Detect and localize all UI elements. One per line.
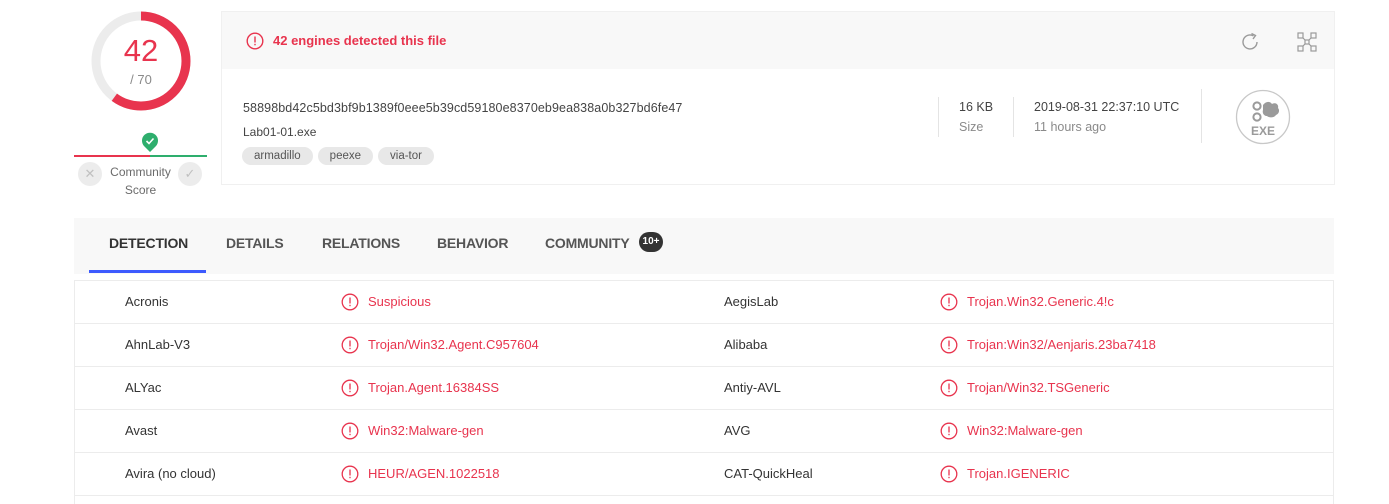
community-count-badge: 10+ <box>639 232 663 252</box>
divider <box>1013 97 1014 137</box>
table-row: ALYac Trojan.Agent.16384SS Antiy-AVL Tro… <box>75 367 1333 410</box>
community-score: ✕ Community Score ✓ <box>74 128 207 198</box>
table-row: Avira (no cloud) HEUR/AGEN.1022518 CAT-Q… <box>75 453 1333 496</box>
engine-name: AVG <box>724 423 751 438</box>
table-row: Avast Win32:Malware-gen AVG Win32:Malwar… <box>75 410 1333 453</box>
detection-result: Trojan/Win32.TSGeneric <box>967 380 1110 395</box>
alert-icon <box>341 336 359 354</box>
graph-icon[interactable] <box>1295 30 1319 54</box>
engine-name: AegisLab <box>724 294 779 309</box>
community-score-label: Community Score <box>110 165 171 197</box>
detection-result: Trojan.IGENERIC <box>967 466 1070 481</box>
community-pin-icon <box>142 132 158 152</box>
engine-name: ALYac <box>125 380 162 395</box>
analysis-date-relative: 11 hours ago <box>1034 120 1107 134</box>
table-row: AhnLab-V3 Trojan/Win32.Agent.C957604 Ali… <box>75 324 1333 367</box>
alert-icon <box>940 336 958 354</box>
tab-community[interactable]: COMMUNITY <box>545 218 630 274</box>
tab-details[interactable]: DETAILS <box>226 218 284 274</box>
alert-icon <box>341 293 359 311</box>
tag-chip[interactable]: armadillo <box>242 147 313 165</box>
file-hash[interactable]: 58898bd42c5bd3bf9b1389f0eee5b39cd59180e8… <box>243 101 682 115</box>
detection-result: Trojan.Agent.16384SS <box>368 380 500 395</box>
divider <box>938 97 939 137</box>
detected-count: 42 <box>123 33 159 68</box>
check-icon[interactable]: ✓ <box>178 162 202 186</box>
detection-result: Win32:Malware-gen <box>967 423 1083 438</box>
alert-icon <box>940 422 958 440</box>
engine-name: AhnLab-V3 <box>125 337 191 352</box>
engine-name: Acronis <box>125 294 169 309</box>
alert-icon <box>341 422 359 440</box>
engine-name: Antiy-AVL <box>724 380 781 395</box>
detection-score-gauge: 42 / 70 <box>90 10 192 112</box>
detection-table: Acronis Suspicious AegisLab Trojan.Win32… <box>74 280 1334 504</box>
alert-icon <box>940 293 958 311</box>
engine-name: Avast <box>125 423 158 438</box>
exe-file-type-icon: EXE <box>1235 89 1291 145</box>
detection-result: Suspicious <box>368 294 431 309</box>
alert-icon <box>940 379 958 397</box>
tag-chip[interactable]: peexe <box>317 147 374 165</box>
tag-chip[interactable]: via-tor <box>378 147 434 165</box>
active-tab-indicator <box>89 270 206 273</box>
total-engines: / 70 <box>130 72 152 87</box>
alert-icon <box>246 32 264 50</box>
file-type-label: EXE <box>1251 124 1275 138</box>
community-bar-positive <box>150 155 207 157</box>
tab-relations[interactable]: RELATIONS <box>322 218 400 274</box>
alert-icon <box>940 465 958 483</box>
detection-result: Trojan.Win32.Generic.4!c <box>967 294 1114 309</box>
detection-result: HEUR/AGEN.1022518 <box>368 466 500 481</box>
table-row: Acronis Suspicious AegisLab Trojan.Win32… <box>75 281 1333 324</box>
file-name: Lab01-01.exe <box>243 125 317 139</box>
detection-summary: 42 engines detected this file <box>273 33 447 48</box>
x-icon[interactable]: ✕ <box>78 162 102 186</box>
analysis-date: 2019-08-31 22:37:10 UTC <box>1034 100 1180 114</box>
detection-result: Win32:Malware-gen <box>368 423 484 438</box>
file-summary-card: 42 engines detected this file 58898bd42c… <box>221 11 1335 185</box>
alert-icon <box>341 379 359 397</box>
detection-result: Trojan:Win32/Aenjaris.23ba7418 <box>967 337 1156 352</box>
detection-result: Trojan/Win32.Agent.C957604 <box>368 337 539 352</box>
tab-behavior[interactable]: BEHAVIOR <box>437 218 508 274</box>
divider <box>1201 89 1202 143</box>
file-size-label: Size <box>959 120 984 134</box>
file-size: 16 KB <box>959 100 994 114</box>
alert-icon <box>341 465 359 483</box>
tab-detection[interactable]: DETECTION <box>109 218 188 274</box>
detection-banner: 42 engines detected this file <box>222 12 1334 69</box>
community-bar-negative <box>74 155 150 157</box>
engine-name: CAT-QuickHeal <box>724 466 813 481</box>
report-tabs: DETECTION DETAILS RELATIONS BEHAVIOR COM… <box>74 218 1334 274</box>
engine-name: Alibaba <box>724 337 768 352</box>
reanalyze-icon[interactable] <box>1238 30 1262 54</box>
file-tags: armadillo peexe via-tor <box>242 147 434 165</box>
engine-name: Avira (no cloud) <box>125 466 216 481</box>
